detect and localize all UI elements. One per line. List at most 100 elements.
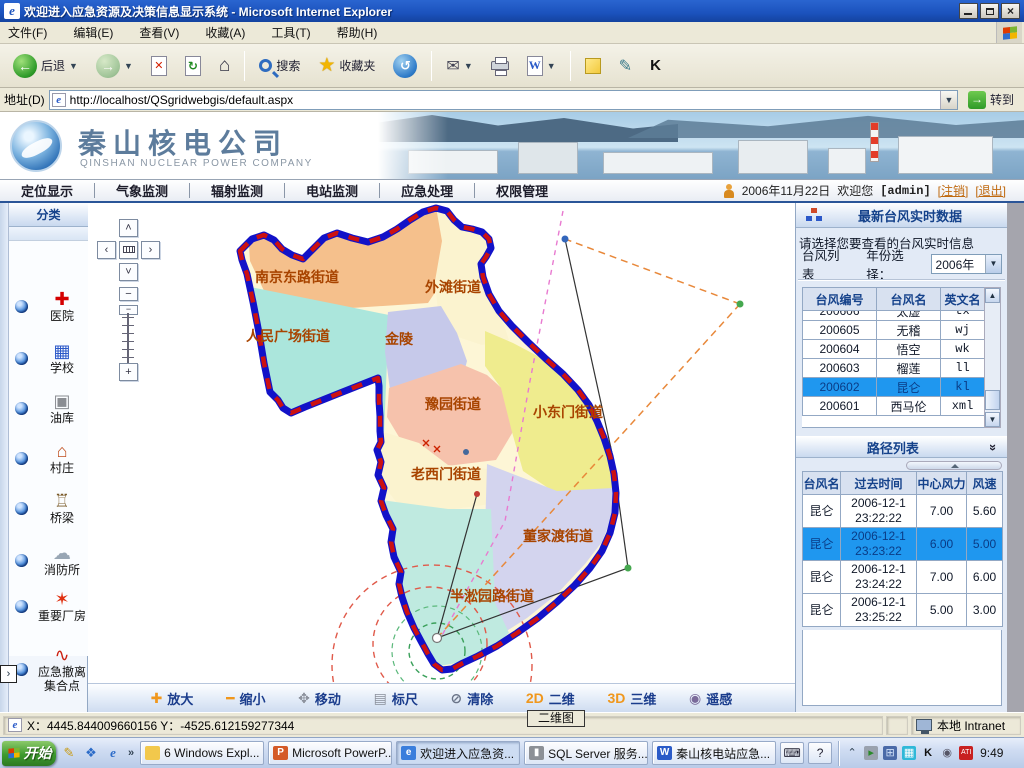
nav-tab-5[interactable]: 权限管理 [475, 180, 569, 201]
tray-sql-icon[interactable]: ▸ [864, 746, 878, 760]
tray-grid-icon[interactable]: ▦ [902, 746, 916, 760]
tray-collapse-icon[interactable]: ⌃ [845, 746, 859, 760]
task-group-dropdown-icon[interactable]: ▼ [264, 748, 265, 758]
close-button[interactable]: × [1001, 3, 1020, 19]
messenger-button[interactable] [578, 54, 608, 78]
forward-button[interactable]: → ▼ [89, 50, 140, 82]
map-tool-pan[interactable]: ✥移动 [298, 689, 341, 708]
sidebar-item-important-plant[interactable]: ✶重要厂房 [9, 589, 88, 623]
view-mode-tab[interactable]: 二维图 [527, 710, 585, 727]
nav-tab-2[interactable]: 辐射监测 [190, 180, 284, 201]
sidebar-item-oil-depot[interactable]: ▣油库 [9, 391, 88, 425]
quicklaunch-desktop-icon[interactable]: ❖ [82, 744, 100, 762]
sidebar-item-village[interactable]: ⌂村庄 [9, 441, 88, 475]
map-tool-clear[interactable]: ⊘清除 [450, 689, 493, 708]
map-tool-3d[interactable]: 3D三维 [607, 689, 656, 708]
panel-splitter[interactable] [906, 461, 1002, 470]
year-select[interactable]: 2006年 ▼ [931, 254, 1002, 274]
nav-tab-3[interactable]: 电站监测 [285, 180, 379, 201]
menu-item-2[interactable]: 查看(V) [139, 26, 179, 40]
menu-item-5[interactable]: 帮助(H) [337, 26, 378, 40]
task-button-sql-server[interactable]: ▮SQL Server 服务... [524, 741, 648, 765]
tray-network-icon[interactable]: ⊞ [883, 746, 897, 760]
pan-right-button[interactable]: › [141, 241, 160, 259]
path-list-bar[interactable]: 路径列表 » [796, 436, 1007, 458]
sidebar-item-hospital[interactable]: ✚医院 [9, 289, 88, 323]
minimize-button[interactable] [959, 3, 978, 19]
typhoon-row[interactable]: 200605无稽wj [803, 321, 985, 340]
tray-kaspersky-icon[interactable]: K [921, 746, 935, 760]
map-area[interactable]: 南京东路街道外滩街道人民广场街道金陵豫园街道小东门街道老西门街道董家渡街道半淞园… [88, 203, 795, 712]
path-row[interactable]: 昆仑2006-12-123:22:227.005.60 [803, 495, 1003, 528]
collapse-chevrons-icon[interactable]: » [986, 443, 1001, 450]
sidebar-item-fire-station[interactable]: ☁消防所 [9, 543, 88, 577]
sidebar-expand-button[interactable]: › [0, 665, 17, 683]
scroll-up-icon[interactable]: ▲ [985, 288, 1000, 303]
back-dropdown-icon[interactable]: ▼ [69, 61, 78, 71]
logout-link[interactable]: [注销] [938, 182, 969, 199]
map-tool-ruler[interactable]: ▤标尺 [374, 689, 418, 708]
kaspersky-button[interactable]: K [643, 53, 668, 78]
typhoon-row[interactable]: 200603榴莲ll [803, 359, 985, 378]
go-button[interactable]: → 转到 [962, 91, 1020, 109]
menu-item-4[interactable]: 工具(T) [271, 26, 310, 40]
task-button-powerpoint[interactable]: PMicrosoft PowerP... [268, 741, 392, 765]
refresh-button[interactable]: ↻ [178, 52, 208, 80]
menu-item-3[interactable]: 收藏(A) [205, 26, 245, 40]
path-row[interactable]: 昆仑2006-12-123:23:226.005.00 [803, 528, 1003, 561]
language-keyboard-icon[interactable]: ⌨ [780, 742, 804, 764]
nav-tab-1[interactable]: 气象监测 [95, 180, 189, 201]
typhoon-row[interactable]: 200604悟空wk [803, 340, 985, 359]
nav-tab-4[interactable]: 应急处理 [380, 180, 474, 201]
path-row[interactable]: 昆仑2006-12-123:24:227.006.00 [803, 561, 1003, 594]
zoom-in-step-button[interactable]: + [119, 363, 138, 381]
center-extent-button[interactable] [119, 241, 138, 259]
quicklaunch-overflow-icon[interactable]: » [128, 747, 134, 759]
map-tool-zoom-in[interactable]: ✚放大 [151, 689, 194, 708]
scroll-down-icon[interactable]: ▼ [985, 412, 1000, 427]
exit-link[interactable]: [退出] [975, 182, 1006, 199]
back-button[interactable]: ← 后退 ▼ [6, 50, 85, 82]
stop-button[interactable]: ✕ [144, 52, 174, 80]
edit-pen-button[interactable]: ✎ [612, 52, 639, 80]
pan-left-button[interactable]: ‹ [97, 241, 116, 259]
task-button-ie[interactable]: e欢迎进入应急资... [396, 741, 520, 765]
start-button[interactable]: 开始 [2, 741, 56, 766]
sidebar-item-bridge[interactable]: ♖桥梁 [9, 491, 88, 525]
nav-tab-0[interactable]: 定位显示 [0, 180, 94, 201]
typhoon-table-scrollbar[interactable]: ▲ ▼ [984, 287, 1001, 428]
layer-toggle-icon[interactable] [15, 452, 28, 465]
layer-toggle-icon[interactable] [15, 554, 28, 567]
search-button[interactable]: 搜索 [252, 53, 307, 78]
layer-toggle-icon[interactable] [15, 502, 28, 515]
tray-volume-icon[interactable]: ◉ [940, 746, 954, 760]
address-field[interactable]: e ▼ [49, 90, 958, 110]
tray-ati-icon[interactable]: ATI [959, 746, 973, 760]
quicklaunch-pen-icon[interactable]: ✎ [60, 744, 78, 762]
sidebar-item-school[interactable]: ▦学校 [9, 341, 88, 375]
pan-down-button[interactable]: ˅ [119, 263, 138, 281]
map-tool-remote-sensing[interactable]: ◉遥感 [689, 689, 732, 708]
history-button[interactable]: ↺ [386, 50, 424, 82]
forward-dropdown-icon[interactable]: ▼ [124, 61, 133, 71]
scroll-thumb[interactable] [985, 390, 1000, 410]
layer-toggle-icon[interactable] [15, 300, 28, 313]
zoom-out-step-button[interactable]: − [119, 287, 138, 301]
typhoon-row[interactable]: 200606太虚tx [803, 311, 985, 321]
layer-toggle-icon[interactable] [15, 352, 28, 365]
path-row[interactable]: 昆仑2006-12-123:25:225.003.00 [803, 594, 1003, 627]
help-tray-icon[interactable]: ? [808, 742, 832, 764]
typhoon-row[interactable]: 200602昆仑kl [803, 378, 985, 397]
menu-item-1[interactable]: 编辑(E) [73, 26, 113, 40]
layer-toggle-icon[interactable] [15, 600, 28, 613]
print-button[interactable] [484, 57, 516, 74]
pan-up-button[interactable]: ˄ [119, 219, 138, 237]
home-button[interactable]: ⌂ [212, 53, 237, 79]
favorites-button[interactable]: ★ 收藏夹 [311, 53, 382, 79]
year-dropdown-icon[interactable]: ▼ [985, 255, 1001, 273]
menu-item-0[interactable]: 文件(F) [8, 26, 47, 40]
task-button-word[interactable]: W秦山核电站应急... [652, 741, 776, 765]
mail-button[interactable]: ✉▼ [439, 52, 479, 80]
restore-button[interactable] [980, 3, 999, 19]
map-tool-zoom-out[interactable]: ━缩小 [226, 689, 265, 708]
